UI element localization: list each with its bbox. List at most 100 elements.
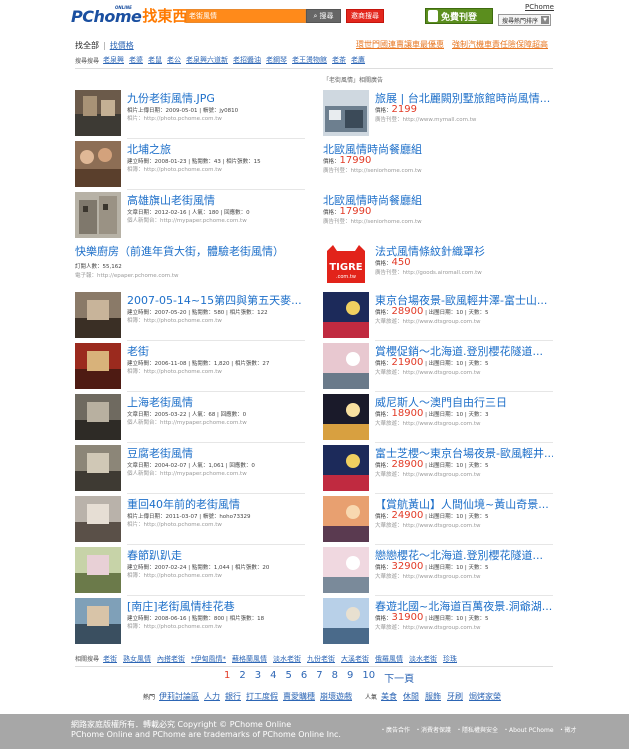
result-item[interactable]: 豆腐老街風情 文章日期：2004-02-07 | 人氣：1,061 | 回應數：0…: [75, 445, 305, 494]
hot-item[interactable]: 老泉興: [103, 55, 124, 65]
footer-link[interactable]: ・About PChome: [503, 725, 553, 734]
travel-ad-item[interactable]: 【賞航黃山】人間仙境~黃山奇景... 價格：24900 | 出團日期：10 | 天…: [323, 496, 553, 545]
free-listing-button[interactable]: 免費刊登: [425, 8, 493, 24]
page-link[interactable]: 3: [255, 670, 261, 685]
travel-thumbnail[interactable]: [323, 445, 369, 491]
result-item[interactable]: 上海老街風情 文章日期：2005-03-22 | 人氣：68 | 回應數：0 個人新…: [75, 394, 305, 443]
result-thumbnail[interactable]: [75, 496, 121, 542]
related-item[interactable]: 熟女風情: [123, 654, 151, 664]
hot-item[interactable]: 老泉興六道新: [186, 55, 228, 65]
hot-footer-item[interactable]: 賣愛購穗: [283, 691, 315, 702]
related-item[interactable]: 蘇格蘭風情: [232, 654, 267, 664]
pchome-home-link[interactable]: PChome: [525, 3, 554, 11]
footer-link[interactable]: ・廣告合作: [380, 725, 410, 734]
result-thumbnail[interactable]: [75, 192, 121, 238]
page-link[interactable]: 7: [316, 670, 322, 685]
hot-footer-item[interactable]: 崩壞遊戲: [320, 691, 352, 702]
pop-footer-item[interactable]: 休閒: [403, 691, 419, 702]
related-item[interactable]: 老街: [103, 654, 117, 664]
footer-link[interactable]: ・隱私權與安全: [456, 725, 498, 734]
result-title[interactable]: 春節趴趴走: [127, 547, 305, 563]
related-item[interactable]: 內搭老街: [157, 654, 185, 664]
page-link[interactable]: 6: [301, 670, 307, 685]
related-item[interactable]: 淡水老街: [273, 654, 301, 664]
result-thumbnail[interactable]: [75, 141, 121, 187]
hot-footer-item[interactable]: 伊莉討論區: [159, 691, 199, 702]
result-thumbnail[interactable]: [75, 90, 121, 136]
result-thumbnail[interactable]: [75, 445, 121, 491]
travel-thumbnail[interactable]: [323, 496, 369, 542]
hot-item[interactable]: 老鼠: [148, 55, 162, 65]
result-title[interactable]: 快樂廚房（前進年貨大街，體驗老街風情）: [75, 243, 315, 259]
related-item[interactable]: *伊甸風情*: [191, 654, 226, 664]
result-item-epaper[interactable]: 快樂廚房（前進年貨大街，體驗老街風情） 訂閱人數：55,162 電子報：http…: [75, 243, 315, 279]
hot-footer-item[interactable]: 打工度假: [246, 691, 278, 702]
result-title[interactable]: 豆腐老街風情: [127, 445, 305, 461]
related-item[interactable]: 大溪老街: [341, 654, 369, 664]
ad-item[interactable]: 旅展 | 台北麗闕別墅旅館時尚風情... 價格：2199 廣告刊登：http:/…: [323, 90, 553, 137]
page-link[interactable]: 8: [332, 670, 338, 685]
promo-link-2[interactable]: 強制汽機車責任險保障超高: [452, 39, 548, 50]
hot-item[interactable]: 老鋼琴: [266, 55, 287, 65]
pchome-logo[interactable]: PChome ONLINE 找東西: [71, 5, 187, 26]
result-thumbnail[interactable]: [75, 292, 121, 338]
result-title[interactable]: 北埔之旅: [127, 141, 305, 157]
ad-item[interactable]: 北歐風情時尚餐廳組 價格：17990 廣告刊登：http://seniorhom…: [323, 192, 553, 239]
travel-ad-item[interactable]: 富士芝櫻～東京台場夜景-歐風輕井... 價格：28900 | 出團日期：10 | …: [323, 445, 553, 494]
result-title[interactable]: [南庄]老街風情桂花巷: [127, 598, 305, 614]
ad-item[interactable]: 北歐風情時尚餐廳組 價格：17990 廣告刊登：http://seniorhom…: [323, 141, 553, 188]
ad-thumbnail[interactable]: [323, 90, 369, 136]
result-item[interactable]: 高雄旗山老街風情 文章日期：2012-02-16 | 人氣：180 | 回應數：…: [75, 192, 305, 239]
promo-link-1[interactable]: 環世門國連賣讓車最優惠: [356, 39, 444, 50]
pop-footer-item[interactable]: 焗烤家榮: [469, 691, 501, 702]
ad-item[interactable]: TIGRE .com.tw 法式風情條紋針織罩衫 價格：450 廣告刊登：http…: [323, 243, 553, 290]
hot-item[interactable]: 老招醬油: [233, 55, 261, 65]
travel-ad-item[interactable]: 威尼斯人～澳門自由行三日 價格：18900 | 出團日期：10 | 天數：3 大華旅…: [323, 394, 553, 443]
page-link[interactable]: 5: [286, 670, 292, 685]
page-link[interactable]: 10: [362, 670, 375, 685]
travel-thumbnail[interactable]: [323, 598, 369, 644]
travel-ad-item[interactable]: 東京台場夜景-歐風輕井澤-富士山... 價格：28900 | 出團日期：10 | …: [323, 292, 553, 341]
result-thumbnail[interactable]: [75, 394, 121, 440]
tigre-logo[interactable]: TIGRE .com.tw: [323, 243, 369, 289]
page-link[interactable]: 9: [347, 670, 353, 685]
result-thumbnail[interactable]: [75, 598, 121, 644]
result-title[interactable]: 2007-05-14~15第四與第五天麥...: [127, 292, 305, 308]
next-page-link[interactable]: 下一頁: [384, 670, 414, 685]
travel-thumbnail[interactable]: [323, 394, 369, 440]
result-item[interactable]: 春節趴趴走 建立時間：2007-02-24 | 點閱數：1,044 | 相片張數：…: [75, 547, 305, 596]
rank-select[interactable]: 搜尋熱門排序 ▼: [498, 14, 551, 26]
related-item[interactable]: 俄羅風情: [375, 654, 403, 664]
page-link-current[interactable]: 1: [224, 670, 230, 685]
result-item[interactable]: [南庄]老街風情桂花巷 建立時間：2008-06-16 | 點閱數：800 | 相…: [75, 598, 305, 645]
related-item[interactable]: 九份老街: [307, 654, 335, 664]
result-title[interactable]: 老街: [127, 343, 305, 359]
pop-footer-item[interactable]: 牙刷: [447, 691, 463, 702]
result-item[interactable]: 北埔之旅 建立時間：2008-01-23 | 點閱數：43 | 相片張數：15 …: [75, 141, 305, 190]
hot-item[interactable]: 老婆: [129, 55, 143, 65]
travel-ad-item[interactable]: 賞櫻促銷～北海道.登別櫻花隧道... 價格：21900 | 出團日期：10 | 天…: [323, 343, 553, 392]
shop-search-button[interactable]: 邀商搜尋: [346, 9, 384, 23]
search-button[interactable]: ⌕ 搜尋: [306, 9, 341, 23]
result-item[interactable]: 老街 建立時間：2006-11-08 | 點閱數：1,820 | 相片張數：27 相…: [75, 343, 305, 392]
hot-footer-item[interactable]: 人力: [204, 691, 220, 702]
travel-thumbnail[interactable]: [323, 292, 369, 338]
travel-ad-item[interactable]: 春遊北國~北海道百萬夜景.洞爺湖... 價格：31900 | 出團日期：10 | …: [323, 598, 553, 645]
related-item[interactable]: 淡水老街: [409, 654, 437, 664]
result-title[interactable]: 重回40年前的老街風情: [127, 496, 305, 512]
search-input[interactable]: [189, 11, 304, 21]
pop-footer-item[interactable]: 美食: [381, 691, 397, 702]
hot-item[interactable]: 老王燙物館: [292, 55, 327, 65]
travel-ad-item[interactable]: 戀戀櫻花～北海道.登別櫻花隧道... 價格：32900 | 出團日期：10 | 天…: [323, 547, 553, 596]
result-thumbnail[interactable]: [75, 343, 121, 389]
page-link[interactable]: 2: [239, 670, 245, 685]
travel-thumbnail[interactable]: [323, 343, 369, 389]
result-item[interactable]: 重回40年前的老街風情 相片上傳日期：2011-03-07 | 帳號：hoho73…: [75, 496, 305, 545]
travel-thumbnail[interactable]: [323, 547, 369, 593]
footer-link[interactable]: ・消費者保護: [415, 725, 451, 734]
hot-item[interactable]: 老公: [167, 55, 181, 65]
hot-item[interactable]: 老鷹: [351, 55, 365, 65]
result-thumbnail[interactable]: [75, 547, 121, 593]
related-item[interactable]: 珍珠: [443, 654, 457, 664]
hot-footer-item[interactable]: 銀行: [225, 691, 241, 702]
